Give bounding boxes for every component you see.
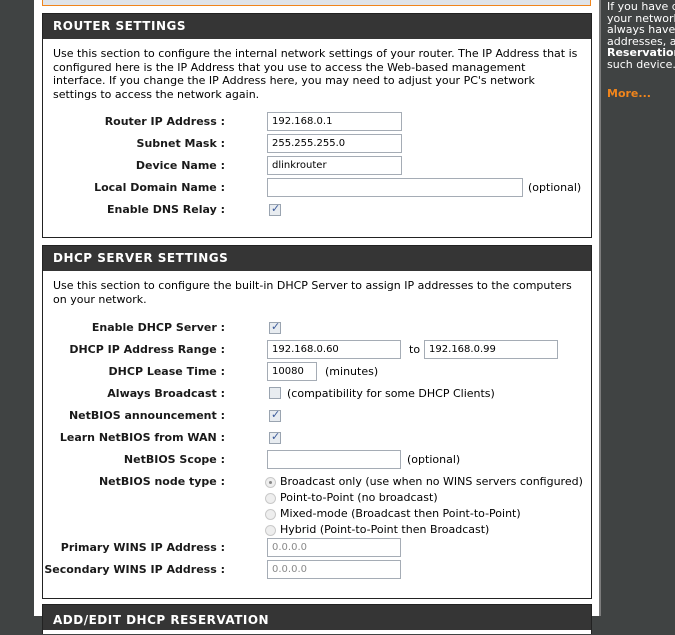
dns-relay-row: Enable DNS Relay :: [53, 200, 581, 222]
always-broadcast-label: Always Broadcast :: [107, 387, 225, 400]
top-button-bar: [42, 0, 591, 6]
netbios-scope-row: NetBIOS Scope : (optional): [53, 450, 581, 472]
node-type-option-point-to-point[interactable]: Point-to-Point (no broadcast): [265, 490, 583, 506]
local-domain-row: Local Domain Name : (optional): [53, 178, 581, 200]
secondary-wins-row: Secondary WINS IP Address :: [44, 560, 581, 582]
subnet-mask-label: Subnet Mask :: [136, 137, 225, 150]
local-domain-label: Local Domain Name :: [94, 181, 225, 194]
learn-netbios-row: Learn NetBIOS from WAN :: [53, 428, 581, 450]
section-title: ADD/EDIT DHCP RESERVATION: [43, 605, 591, 630]
optional-note: (optional): [407, 453, 461, 466]
range-start-input[interactable]: [267, 340, 401, 359]
device-name-row: Device Name :: [53, 156, 581, 178]
device-name-input[interactable]: [267, 156, 402, 175]
lease-time-label: DHCP Lease Time :: [108, 365, 225, 378]
section-title: ROUTER SETTINGS: [43, 14, 591, 39]
dhcp-reservation-section: ADD/EDIT DHCP RESERVATION: [42, 604, 592, 634]
netbios-scope-label: NetBIOS Scope :: [123, 453, 225, 466]
minutes-label: (minutes): [325, 365, 379, 378]
netbios-announcement-checkbox[interactable]: [269, 408, 281, 422]
radio-button[interactable]: [265, 524, 276, 536]
dhcp-server-settings-section: DHCP SERVER SETTINGS Use this section to…: [42, 245, 592, 599]
section-title: DHCP SERVER SETTINGS: [43, 246, 591, 271]
router-settings-section: ROUTER SETTINGS Use this section to conf…: [42, 13, 592, 238]
help-line: always have fi: [607, 23, 675, 36]
lease-time-row: DHCP Lease Time : (minutes): [53, 362, 581, 384]
option-label: Point-to-Point (no broadcast): [280, 491, 438, 504]
subnet-mask-input[interactable]: [267, 134, 402, 153]
help-sidebar: If you have de your network t always hav…: [599, 0, 675, 616]
router-ip-input[interactable]: [267, 112, 402, 131]
netbios-announcement-row: NetBIOS announcement :: [53, 406, 581, 428]
radio-button[interactable]: [265, 492, 276, 504]
secondary-wins-input[interactable]: [267, 560, 401, 579]
option-label: Broadcast only (use when no WINS servers…: [280, 475, 583, 488]
enable-dhcp-row: Enable DHCP Server :: [53, 318, 581, 340]
help-line: such device.: [607, 57, 675, 71]
help-line: If you have de: [607, 0, 675, 13]
section-description: Use this section to configure the built-…: [53, 279, 572, 306]
left-nav-background: [0, 0, 34, 616]
router-ip-row: Router IP Address :: [53, 112, 581, 134]
dhcp-range-row: DHCP IP Address Range : to: [53, 340, 581, 362]
radio-button[interactable]: [265, 476, 276, 488]
netbios-node-type-label: NetBIOS node type :: [98, 475, 225, 488]
option-label: Mixed-mode (Broadcast then Point-to-Poin…: [280, 507, 521, 520]
secondary-wins-label: Secondary WINS IP Address :: [44, 563, 225, 576]
lease-time-input[interactable]: [267, 362, 317, 381]
dhcp-range-label: DHCP IP Address Range :: [69, 343, 225, 356]
always-broadcast-row: Always Broadcast : (compatibility for so…: [53, 384, 581, 406]
node-type-option-mixed[interactable]: Mixed-mode (Broadcast then Point-to-Poin…: [265, 506, 583, 522]
enable-dhcp-checkbox[interactable]: [269, 320, 281, 334]
range-to-label: to: [409, 343, 421, 356]
dns-relay-label: Enable DNS Relay :: [107, 203, 225, 216]
range-end-input[interactable]: [424, 340, 559, 359]
more-link[interactable]: More...: [607, 88, 675, 100]
primary-wins-label: Primary WINS IP Address :: [60, 541, 225, 554]
dns-relay-checkbox[interactable]: [269, 202, 281, 216]
enable-dhcp-label: Enable DHCP Server :: [91, 321, 225, 334]
node-type-option-hybrid[interactable]: Hybrid (Point-to-Point then Broadcast): [265, 522, 583, 538]
netbios-node-type-row: NetBIOS node type : Broadcast only (use …: [53, 472, 583, 538]
learn-netbios-checkbox[interactable]: [269, 430, 281, 444]
local-domain-input[interactable]: [267, 178, 523, 197]
always-broadcast-checkbox[interactable]: [269, 387, 281, 399]
primary-wins-row: Primary WINS IP Address :: [53, 538, 581, 560]
netbios-announcement-label: NetBIOS announcement :: [68, 409, 225, 422]
netbios-scope-input[interactable]: [267, 450, 401, 469]
primary-wins-input[interactable]: [267, 538, 401, 557]
radio-button[interactable]: [265, 508, 276, 520]
section-description: Use this section to configure the intern…: [53, 47, 578, 101]
node-type-option-broadcast[interactable]: Broadcast only (use when no WINS servers…: [265, 474, 583, 490]
optional-note: (optional): [528, 181, 582, 194]
device-name-label: Device Name :: [135, 159, 225, 172]
learn-netbios-label: Learn NetBIOS from WAN :: [59, 431, 225, 444]
option-label: Hybrid (Point-to-Point then Broadcast): [280, 523, 490, 536]
router-ip-label: Router IP Address :: [104, 115, 225, 128]
subnet-mask-row: Subnet Mask :: [53, 134, 581, 156]
broadcast-note: (compatibility for some DHCP Clients): [287, 386, 495, 400]
